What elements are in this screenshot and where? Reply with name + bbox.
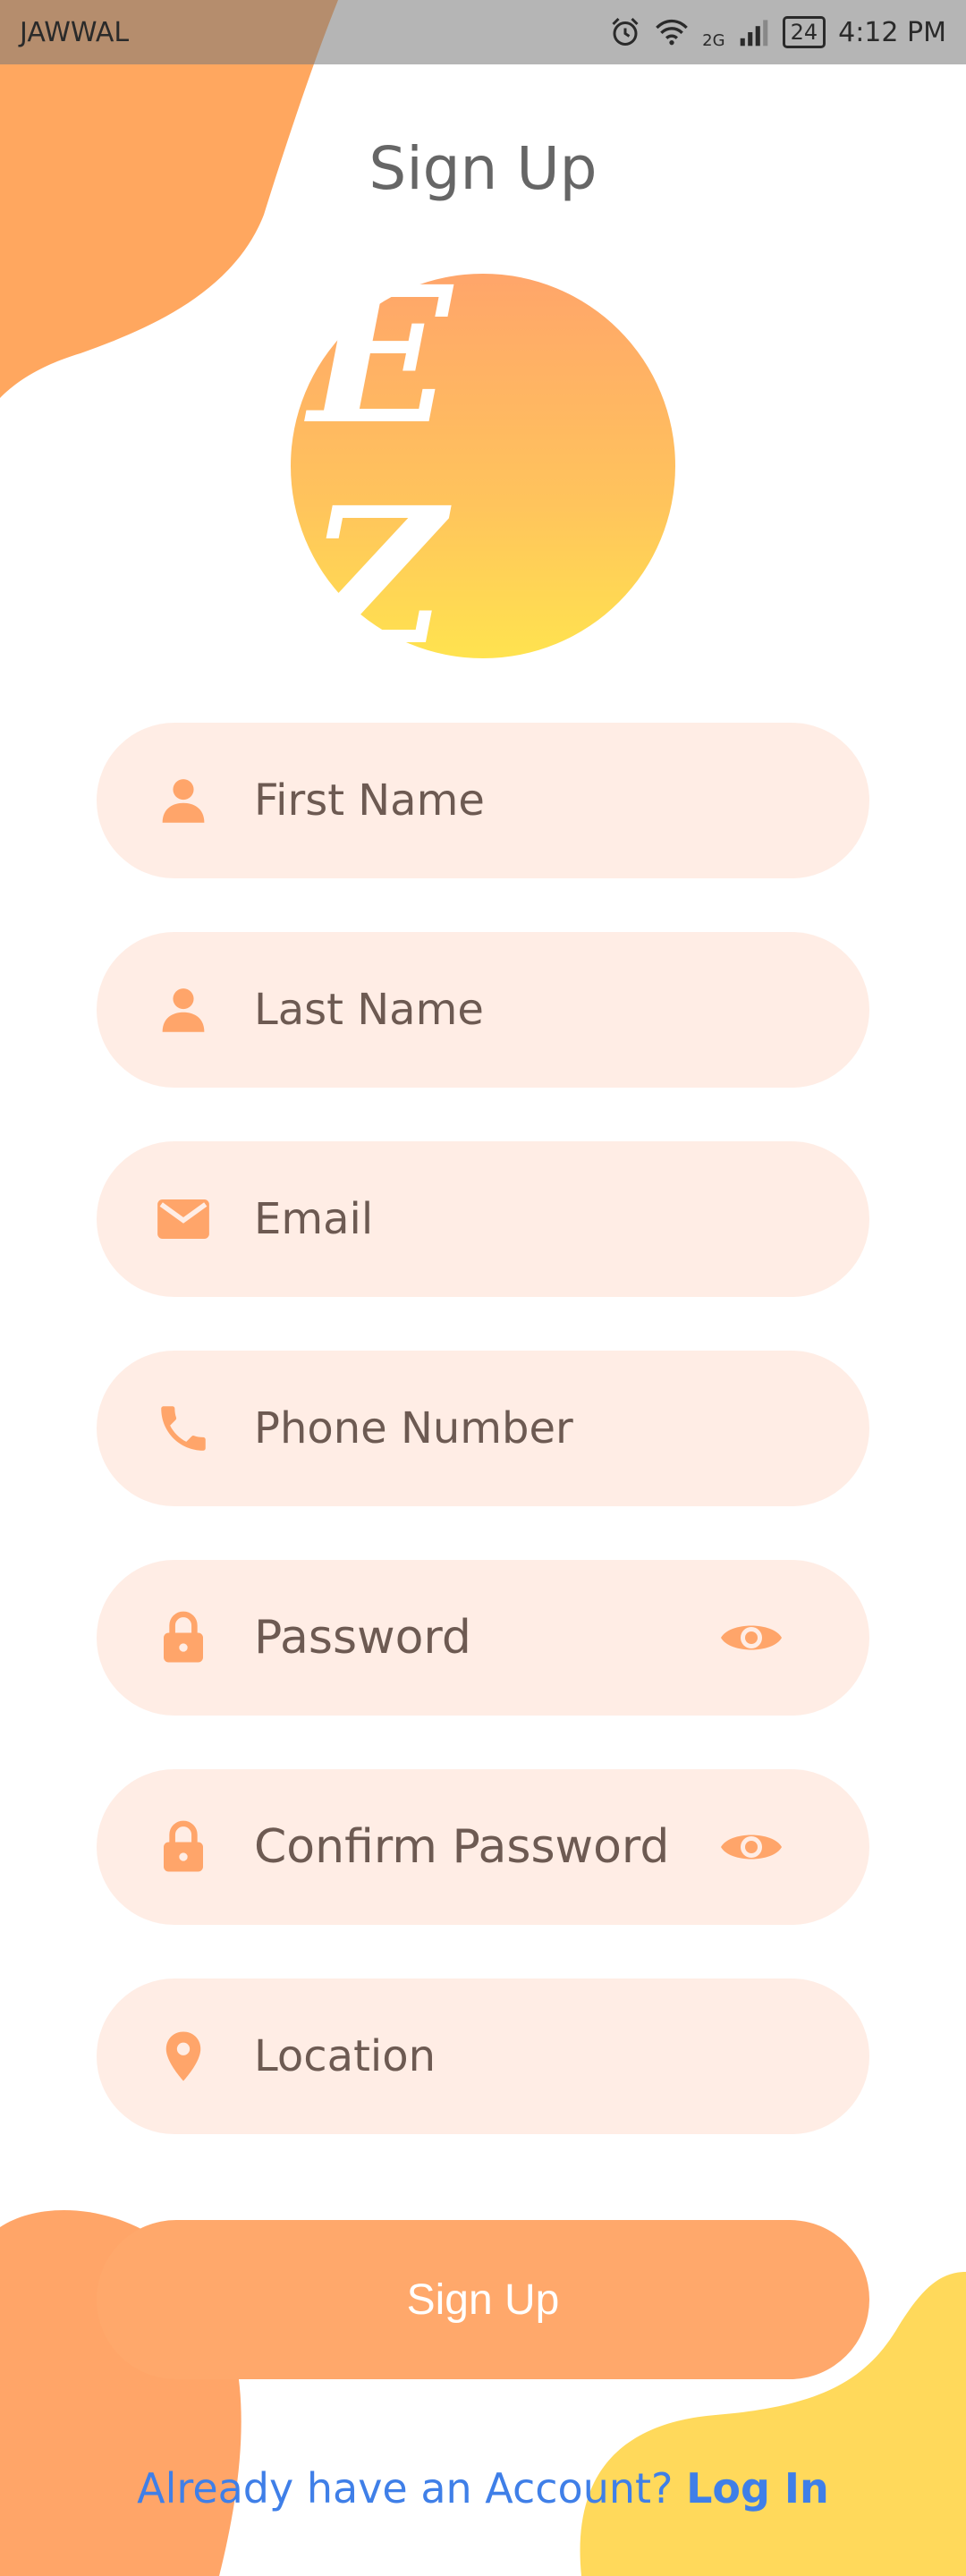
first-name-label: First Name <box>254 775 485 826</box>
location-label: Location <box>254 2031 436 2081</box>
phone-number-label: Phone Number <box>254 1403 573 1453</box>
sign-up-button[interactable]: Sign Up <box>97 2220 869 2379</box>
email-icon <box>157 1199 209 1239</box>
phone-icon <box>161 1406 206 1451</box>
first-name-field[interactable]: First Name <box>97 723 869 878</box>
location-pin-icon <box>165 2031 201 2081</box>
email-field[interactable]: Email <box>97 1141 869 1297</box>
password-field[interactable]: Password <box>97 1560 869 1716</box>
person-icon <box>162 779 205 823</box>
page-title: Sign Up <box>369 134 597 203</box>
last-name-label: Last Name <box>254 985 484 1035</box>
carrier-label: JAWWAL <box>20 16 130 48</box>
wifi-icon <box>656 19 689 46</box>
logo-text: E Z <box>309 245 479 687</box>
app-logo: E Z <box>291 245 675 687</box>
lock-icon <box>164 1611 203 1663</box>
alarm-icon <box>612 17 639 46</box>
clock: 4:12 PM <box>838 16 946 48</box>
network-type-label: 2G <box>702 30 725 50</box>
signal-icon <box>740 20 767 47</box>
eye-icon[interactable] <box>719 1827 784 1867</box>
log-in-link[interactable]: Log In <box>686 2464 829 2512</box>
email-label: Email <box>254 1194 374 1244</box>
confirm-password-label: Confirm Password <box>254 1820 670 1874</box>
phone-number-field[interactable]: Phone Number <box>97 1351 869 1506</box>
battery-indicator: 24 <box>782 16 826 48</box>
confirm-password-field[interactable]: Confirm Password <box>97 1769 869 1925</box>
eye-icon[interactable] <box>719 1618 784 1657</box>
last-name-field[interactable]: Last Name <box>97 932 869 1088</box>
password-label: Password <box>254 1611 471 1665</box>
lock-icon <box>164 1820 203 1872</box>
location-field[interactable]: Location <box>97 1979 869 2134</box>
login-prompt: Already have an Account? Log In <box>0 2464 966 2512</box>
status-bar: JAWWAL 2G 24 4:12 PM <box>0 0 966 64</box>
person-icon <box>162 988 205 1032</box>
login-prompt-text: Already have an Account? <box>137 2464 674 2512</box>
